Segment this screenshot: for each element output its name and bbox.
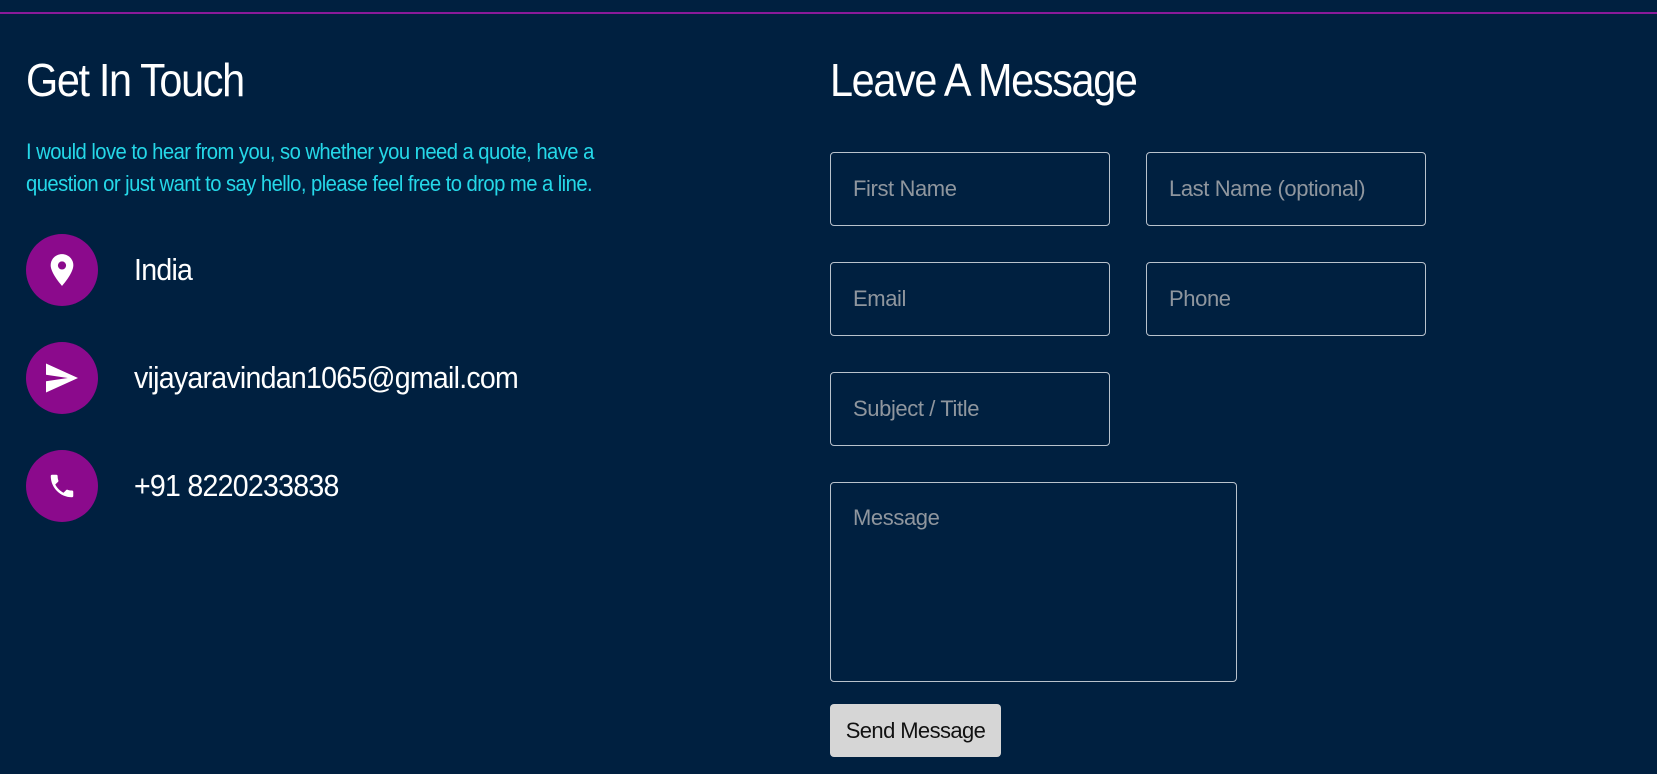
message-form-section: Leave A Message: [830, 52, 1171, 110]
contact-location-row: India: [26, 234, 197, 306]
form-heading: Leave A Message: [830, 54, 1138, 106]
contact-phone-row: +91 8220233838: [26, 450, 356, 522]
send-icon: [26, 342, 98, 414]
message-textarea[interactable]: [830, 482, 1237, 682]
top-divider: [0, 12, 1657, 14]
contact-location-text: India: [134, 252, 193, 287]
contact-section: Get In Touch: [26, 52, 726, 110]
first-name-input[interactable]: [830, 152, 1110, 226]
phone-icon: [26, 450, 98, 522]
phone-input[interactable]: [1146, 262, 1426, 336]
contact-phone-link[interactable]: +91 8220233838: [134, 468, 339, 504]
contact-heading: Get In Touch: [26, 54, 245, 106]
contact-intro: I would love to hear from you, so whethe…: [26, 139, 594, 196]
contact-email-row: vijayaravindan1065@gmail.com: [26, 342, 551, 414]
last-name-input[interactable]: [1146, 152, 1426, 226]
subject-input[interactable]: [830, 372, 1110, 446]
email-input[interactable]: [830, 262, 1110, 336]
send-message-button[interactable]: Send Message: [830, 704, 1001, 757]
location-pin-icon: [26, 234, 98, 306]
contact-email-link[interactable]: vijayaravindan1065@gmail.com: [134, 360, 519, 396]
